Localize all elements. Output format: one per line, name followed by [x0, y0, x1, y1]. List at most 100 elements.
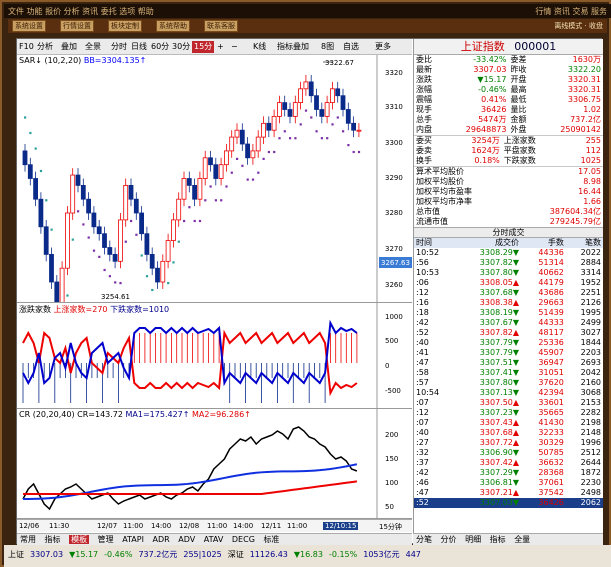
tab-standard[interactable]: 标准: [263, 535, 279, 544]
ticks-table[interactable]: 时间 成交价 手数 笔数 10:52 3308.29▼ 44336 2022:56 3307.8…: [414, 238, 603, 508]
price-panel[interactable]: SAR↓ (10,2,20) BB=3304.135↑ 3320 3310 33…: [17, 55, 412, 303]
top-menu[interactable]: 文件 功能 报价 分析 资讯 委托 选项 帮助: [8, 6, 154, 17]
tick-row[interactable]: 10:53 3307.80▼ 40662 3314: [414, 268, 603, 278]
ytick-3260: 3260: [385, 281, 403, 289]
tick-row[interactable]: :27 3307.72▲ 30329 1996: [414, 438, 603, 448]
tick-row[interactable]: :40 3307.79▼ 25336 1844: [414, 338, 603, 348]
tick-time: :42: [416, 318, 429, 327]
tick-row[interactable]: :18 3308.19▼ 51439 1995: [414, 308, 603, 318]
tab-template[interactable]: 模板: [69, 535, 90, 544]
tb-analysis[interactable]: 分析: [37, 41, 53, 53]
tb-panorama[interactable]: 全景: [85, 41, 101, 53]
tick-row[interactable]: 10:52 3308.29▼ 44336 2022: [414, 248, 603, 258]
tb-watchlist[interactable]: 自选: [343, 41, 359, 53]
breadth-row: 换手 0.18% 下跌家数 1025: [414, 156, 603, 166]
tick-row[interactable]: :42 3307.67▼ 44333 2499: [414, 318, 603, 328]
tick-row[interactable]: :16 3308.38▲ 29663 2126: [414, 298, 603, 308]
advance-decline-panel[interactable]: 涨跌家数 上涨家数=270 下跌家数=1010 1000 500 0 -500: [17, 303, 412, 409]
tick-volume: 51439: [538, 308, 564, 317]
tick-row[interactable]: :07 3307.50▲ 33601 2153: [414, 398, 603, 408]
tick-row[interactable]: :40 3307.68▲ 32233 2148: [414, 428, 603, 438]
valuation-val: 8.98: [583, 177, 601, 186]
quote-val: -0.46%: [478, 85, 507, 94]
tick-row[interactable]: :47 3307.51▼ 36947 2693: [414, 358, 603, 368]
ad-chart[interactable]: 1000 500 0 -500: [17, 303, 412, 409]
tick-row[interactable]: :46 3306.81▼ 37061 2230: [414, 478, 603, 488]
quote-row: 涨跌 ▼15.17 开盘 3320.31: [414, 75, 603, 85]
tb-overlay[interactable]: 叠加: [61, 41, 77, 53]
tick-row[interactable]: :12 3307.68▼ 43686 2251: [414, 288, 603, 298]
menu-btn-service[interactable]: 联系客服: [204, 20, 238, 32]
tab-indicator[interactable]: 指标: [45, 535, 61, 544]
tick-count: 2160: [580, 378, 601, 387]
tick-price: 3307.72▲: [479, 438, 520, 447]
rtab-price[interactable]: 分价: [441, 535, 457, 544]
tab-adr[interactable]: ADR: [153, 535, 170, 544]
top-bar: 文件 功能 报价 分析 资讯 委托 选项 帮助 行情 资讯 交易 服务: [4, 4, 611, 18]
tb-zoom-in[interactable]: +: [217, 41, 224, 53]
tb-indicator-overlay[interactable]: 指标叠加: [277, 41, 309, 53]
tick-row[interactable]: :37 3307.42▲ 36632 2644: [414, 458, 603, 468]
price-chart[interactable]: 3320 3310 3300 3290 3280 3270 3260 3267.…: [17, 55, 412, 303]
tab-atapi[interactable]: ATAPI: [122, 535, 144, 544]
tick-row[interactable]: :42 3307.29▼ 28368 1872: [414, 468, 603, 478]
xaxis-period[interactable]: 15分钟: [379, 522, 402, 532]
tab-decg[interactable]: DECG: [232, 535, 255, 544]
menu-btn-help[interactable]: 系统帮助: [156, 20, 190, 32]
cr-chart[interactable]: 200 150 100 50: [17, 409, 412, 519]
tb-15min[interactable]: 15分: [192, 41, 215, 53]
ad-ytick-m500: -500: [385, 387, 401, 395]
sar-dot: [225, 185, 228, 188]
tick-row[interactable]: :32 3306.90▼ 50785 2512: [414, 448, 603, 458]
tb-zoom-out[interactable]: −: [231, 41, 238, 53]
tab-atav[interactable]: ATAV: [204, 535, 224, 544]
tick-time: 10:52: [416, 248, 440, 257]
tick-row[interactable]: :12 3307.23▼ 35665 2282: [414, 408, 603, 418]
quote-title: 上证指数 000001: [414, 39, 603, 55]
tb-more[interactable]: 更多: [375, 41, 391, 53]
sar-dot: [278, 137, 281, 140]
tb-60min[interactable]: 60分: [151, 41, 169, 53]
xtick-10: 12/10:15: [323, 522, 359, 530]
quote-key: 最高: [510, 85, 527, 94]
top-right[interactable]: 行情 资讯 交易 服务: [535, 6, 607, 17]
tick-count: 2148: [580, 428, 601, 437]
cr-panel[interactable]: CR (20,20,40) CR=143.72 MA1=175.427↑ MA2…: [17, 409, 412, 519]
tick-price: 3306.90▼: [479, 448, 520, 457]
tick-row[interactable]: :56 3307.82▼ 51314 2884: [414, 258, 603, 268]
tick-row[interactable]: 10:54 3307.13▼ 42394 3068: [414, 388, 603, 398]
tick-price: 3307.68▼: [479, 288, 520, 297]
tick-row[interactable]: :52 3307.03▼ 36426 2062: [414, 498, 603, 508]
candle-body: [38, 198, 44, 228]
tb-f10[interactable]: F10: [19, 41, 34, 53]
tick-volume: 41430: [538, 418, 564, 427]
rtab-ticks[interactable]: 分笔: [416, 535, 432, 544]
menu-btn-system[interactable]: 系统设置: [12, 20, 46, 32]
tick-row[interactable]: :06 3308.05▲ 44179 1952: [414, 278, 603, 288]
tab-common[interactable]: 常用: [20, 535, 36, 544]
tick-row[interactable]: :07 3307.43▲ 41430 2198: [414, 418, 603, 428]
tb-kline[interactable]: K线: [253, 41, 266, 53]
tick-row[interactable]: :52 3307.82▲ 48117 3027: [414, 328, 603, 338]
rtab-volume[interactable]: 全量: [514, 535, 530, 544]
menu-btn-board[interactable]: 板块定制: [108, 20, 142, 32]
sar-dot: [135, 233, 138, 236]
xtick-9: 11:00: [287, 522, 308, 530]
candle-body: [345, 109, 351, 124]
tick-row[interactable]: :41 3307.79▼ 45907 2203: [414, 348, 603, 358]
tick-volume: 28368: [538, 468, 564, 477]
menu-btn-quote[interactable]: 行情设置: [60, 20, 94, 32]
tab-adv[interactable]: ADV: [178, 535, 195, 544]
tb-8-charts[interactable]: 8图: [321, 41, 334, 53]
rtab-indicator[interactable]: 指标: [490, 535, 506, 544]
sar-dot: [77, 210, 80, 213]
tb-intraday[interactable]: 分时: [111, 41, 127, 53]
breadth-val: 1624万: [471, 146, 500, 155]
rtab-detail[interactable]: 明细: [465, 535, 481, 544]
tick-row[interactable]: :47 3307.21▲ 37542 2498: [414, 488, 603, 498]
tick-row[interactable]: :58 3307.41▼ 31051 2042: [414, 368, 603, 378]
tb-daily[interactable]: 日线: [131, 41, 147, 53]
tick-row[interactable]: :57 3307.80▼ 37620 2160: [414, 378, 603, 388]
tab-manage[interactable]: 管理: [98, 535, 114, 544]
tb-30min[interactable]: 30分: [172, 41, 190, 53]
